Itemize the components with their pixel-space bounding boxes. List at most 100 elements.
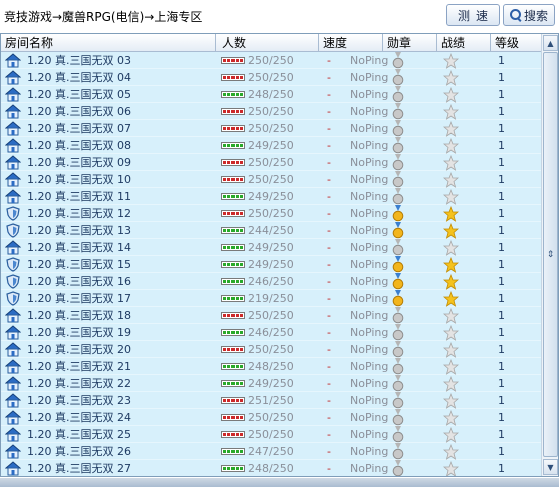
table-row[interactable]: 1.20 真.三国无双 24 250/250 - NoPing 1 <box>1 409 542 426</box>
star-icon <box>442 392 460 409</box>
room-level: 1 <box>498 309 505 322</box>
player-count: 248/250 <box>248 88 294 101</box>
speed-test-button[interactable]: 测速 <box>446 4 500 26</box>
star-icon <box>442 222 460 239</box>
search-button[interactable]: 搜索 <box>503 4 555 26</box>
room-level: 1 <box>498 105 505 118</box>
speed-value: - <box>327 462 331 475</box>
table-row[interactable]: 1.20 真.三国无双 27 248/250 - NoPing 1 <box>1 460 542 476</box>
table-row[interactable]: 1.20 真.三国无双 08 249/250 - NoPing 1 <box>1 137 542 154</box>
table-row[interactable]: 1.20 真.三国无双 12 250/250 - NoPing 1 <box>1 205 542 222</box>
table-row[interactable]: 1.20 真.三国无双 16 246/250 - NoPing 1 <box>1 273 542 290</box>
table-row[interactable]: 1.20 真.三国无双 05 248/250 - NoPing 1 <box>1 86 542 103</box>
column-header-players[interactable]: 人数 <box>216 34 319 52</box>
table-row[interactable]: 1.20 真.三国无双 15 249/250 - NoPing 1 <box>1 256 542 273</box>
ping-value: NoPing <box>350 105 389 118</box>
scroll-down-button[interactable]: ▼ <box>543 459 558 475</box>
player-count-bar <box>221 448 245 455</box>
ping-value: NoPing <box>350 173 389 186</box>
star-icon <box>442 86 460 103</box>
column-header-medal[interactable]: 勋章 <box>383 34 437 52</box>
player-count: 244/250 <box>248 224 294 237</box>
table-row[interactable]: 1.20 真.三国无双 21 248/250 - NoPing 1 <box>1 358 542 375</box>
speed-value: - <box>327 207 331 220</box>
table-row[interactable]: 1.20 真.三国无双 03 250/250 - NoPing 1 <box>1 52 542 69</box>
ping-value: NoPing <box>350 394 389 407</box>
speed-value: - <box>327 122 331 135</box>
house-icon <box>4 87 22 102</box>
table-row[interactable]: 1.20 真.三国无双 06 250/250 - NoPing 1 <box>1 103 542 120</box>
house-icon <box>4 155 22 170</box>
star-icon <box>442 375 460 392</box>
house-icon <box>4 172 22 187</box>
player-count-bar <box>221 278 245 285</box>
scroll-up-button[interactable]: ▲ <box>543 35 558 51</box>
ping-value: NoPing <box>350 292 389 305</box>
player-count-bar <box>221 193 245 200</box>
room-name: 1.20 真.三国无双 11 <box>27 190 131 203</box>
medal-icon <box>391 154 405 171</box>
table-row[interactable]: 1.20 真.三国无双 18 250/250 - NoPing 1 <box>1 307 542 324</box>
table-row[interactable]: 1.20 真.三国无双 10 250/250 - NoPing 1 <box>1 171 542 188</box>
speed-value: - <box>327 139 331 152</box>
star-icon <box>442 205 460 222</box>
medal-icon <box>391 392 405 409</box>
table-row[interactable]: 1.20 真.三国无双 22 249/250 - NoPing 1 <box>1 375 542 392</box>
column-header-record[interactable]: 战绩 <box>437 34 491 52</box>
player-count: 251/250 <box>248 394 294 407</box>
column-header-room-name[interactable]: 房间名称 <box>1 34 216 52</box>
table-row[interactable]: 1.20 真.三国无双 11 249/250 - NoPing 1 <box>1 188 542 205</box>
player-count: 250/250 <box>248 54 294 67</box>
house-icon <box>4 121 22 136</box>
room-name: 1.20 真.三国无双 18 <box>27 309 131 322</box>
room-name: 1.20 真.三国无双 22 <box>27 377 131 390</box>
table-row[interactable]: 1.20 真.三国无双 19 246/250 - NoPing 1 <box>1 324 542 341</box>
room-name: 1.20 真.三国无双 13 <box>27 224 131 237</box>
house-icon <box>4 359 22 374</box>
table-row[interactable]: 1.20 真.三国无双 26 247/250 - NoPing 1 <box>1 443 542 460</box>
table-row[interactable]: 1.20 真.三国无双 20 250/250 - NoPing 1 <box>1 341 542 358</box>
player-count: 250/250 <box>248 309 294 322</box>
shield-icon <box>5 274 21 289</box>
room-level: 1 <box>498 428 505 441</box>
table-row[interactable]: 1.20 真.三国无双 07 250/250 - NoPing 1 <box>1 120 542 137</box>
room-level: 1 <box>498 241 505 254</box>
star-icon <box>442 171 460 188</box>
ping-value: NoPing <box>350 326 389 339</box>
table-row[interactable]: 1.20 真.三国无双 09 250/250 - NoPing 1 <box>1 154 542 171</box>
room-level: 1 <box>498 122 505 135</box>
house-icon <box>4 342 22 357</box>
scrollbar[interactable]: ▲ ⇕ ▼ <box>541 34 558 476</box>
star-icon <box>442 358 460 375</box>
medal-icon <box>391 307 405 324</box>
room-level: 1 <box>498 445 505 458</box>
medal-icon <box>391 222 405 239</box>
scroll-thumb[interactable]: ⇕ <box>543 52 558 457</box>
star-icon <box>442 256 460 273</box>
player-count: 248/250 <box>248 360 294 373</box>
room-name: 1.20 真.三国无双 07 <box>27 122 131 135</box>
medal-icon <box>391 120 405 137</box>
table-row[interactable]: 1.20 真.三国无双 25 250/250 - NoPing 1 <box>1 426 542 443</box>
room-name: 1.20 真.三国无双 15 <box>27 258 131 271</box>
table-row[interactable]: 1.20 真.三国无双 13 244/250 - NoPing 1 <box>1 222 542 239</box>
player-count: 249/250 <box>248 241 294 254</box>
ping-value: NoPing <box>350 343 389 356</box>
player-count: 250/250 <box>248 207 294 220</box>
player-count-bar <box>221 74 245 81</box>
speed-value: - <box>327 54 331 67</box>
player-count: 246/250 <box>248 326 294 339</box>
shield-icon <box>5 223 21 238</box>
column-header-speed[interactable]: 速度 <box>319 34 383 52</box>
medal-icon <box>391 86 405 103</box>
room-level: 1 <box>498 173 505 186</box>
table-row[interactable]: 1.20 真.三国无双 23 251/250 - NoPing 1 <box>1 392 542 409</box>
medal-icon <box>391 103 405 120</box>
speed-value: - <box>327 326 331 339</box>
column-header-level[interactable]: 等级 <box>491 34 542 52</box>
table-row[interactable]: 1.20 真.三国无双 14 249/250 - NoPing 1 <box>1 239 542 256</box>
speed-value: - <box>327 411 331 424</box>
table-row[interactable]: 1.20 真.三国无双 04 250/250 - NoPing 1 <box>1 69 542 86</box>
house-icon <box>4 53 22 68</box>
table-row[interactable]: 1.20 真.三国无双 17 219/250 - NoPing 1 <box>1 290 542 307</box>
